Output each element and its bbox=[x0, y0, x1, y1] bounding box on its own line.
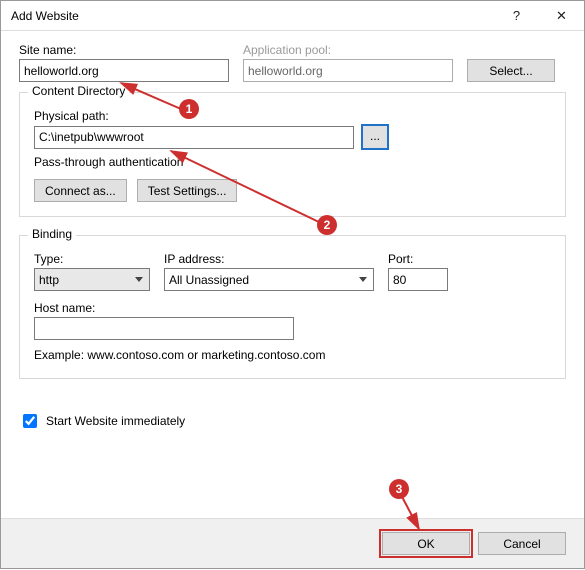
close-button[interactable]: ✕ bbox=[539, 1, 584, 31]
ip-select[interactable]: All Unassigned bbox=[164, 268, 374, 291]
browse-button[interactable]: ... bbox=[362, 125, 388, 149]
binding-group: Binding Type: http IP address: All Unass… bbox=[19, 235, 566, 379]
connect-as-button[interactable]: Connect as... bbox=[34, 179, 127, 202]
site-name-input[interactable] bbox=[19, 59, 229, 82]
content-directory-group: Content Directory Physical path: ... Pas… bbox=[19, 92, 566, 217]
physical-path-input[interactable] bbox=[34, 126, 354, 149]
ok-button[interactable]: OK bbox=[382, 532, 470, 555]
help-button[interactable]: ? bbox=[494, 1, 539, 31]
titlebar: Add Website ? ✕ bbox=[1, 1, 584, 31]
host-example-text: Example: www.contoso.com or marketing.co… bbox=[34, 348, 551, 362]
dialog-footer: OK Cancel bbox=[1, 518, 584, 568]
app-pool-input bbox=[243, 59, 453, 82]
ip-label: IP address: bbox=[164, 252, 374, 266]
type-label: Type: bbox=[34, 252, 150, 266]
binding-legend: Binding bbox=[28, 227, 76, 241]
test-settings-button[interactable]: Test Settings... bbox=[137, 179, 238, 202]
port-label: Port: bbox=[388, 252, 448, 266]
select-app-pool-button[interactable]: Select... bbox=[467, 59, 555, 82]
site-name-label: Site name: bbox=[19, 43, 229, 57]
passthrough-label: Pass-through authentication bbox=[34, 155, 551, 169]
annotation-badge-3: 3 bbox=[389, 479, 409, 499]
window-title: Add Website bbox=[11, 9, 494, 23]
content-directory-legend: Content Directory bbox=[28, 84, 129, 98]
start-immediately-checkbox[interactable] bbox=[23, 414, 37, 428]
physical-path-label: Physical path: bbox=[34, 109, 551, 123]
start-immediately-label: Start Website immediately bbox=[46, 414, 185, 428]
app-pool-label: Application pool: bbox=[243, 43, 453, 57]
host-name-label: Host name: bbox=[34, 301, 551, 315]
host-name-input[interactable] bbox=[34, 317, 294, 340]
cancel-button[interactable]: Cancel bbox=[478, 532, 566, 555]
port-input[interactable] bbox=[388, 268, 448, 291]
type-select[interactable]: http bbox=[34, 268, 150, 291]
dialog-content: Site name: Application pool: Select... C… bbox=[1, 31, 584, 441]
